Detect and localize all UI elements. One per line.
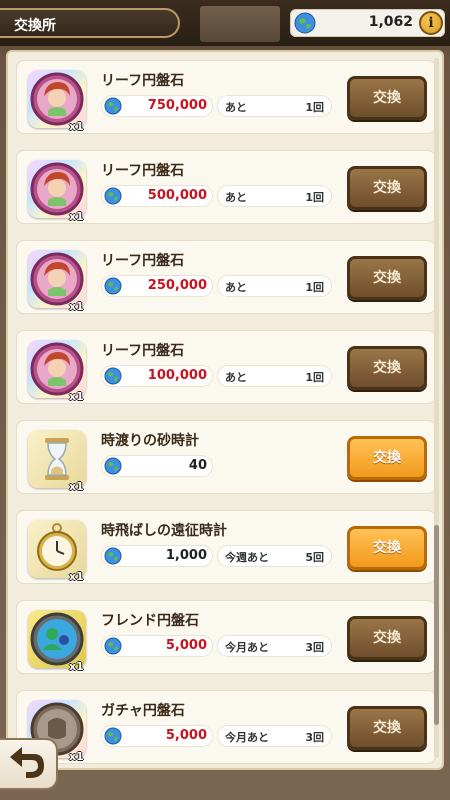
remaining-count: 5回 <box>305 551 324 564</box>
back-arrow-icon <box>10 747 44 778</box>
remaining-count-box: 今月あと 3回 <box>217 725 332 747</box>
cost-box: 5,000 <box>101 725 213 747</box>
remaining-count: 1回 <box>305 281 324 294</box>
scrollbar-thumb[interactable] <box>434 525 439 725</box>
globe-currency-icon <box>294 12 316 34</box>
exchange-item-row: x1 リーフ円盤石 750,000 あと 1回 交換 <box>16 60 436 134</box>
globe-currency-icon <box>104 547 122 565</box>
remaining-label: 今週あと <box>225 551 269 564</box>
remaining-label: あと <box>225 281 247 294</box>
item-name: リーフ円盤石 <box>101 343 185 359</box>
item-cost: 5,000 <box>165 638 207 653</box>
exchange-button[interactable]: 交換 <box>347 706 427 750</box>
exchange-item-row: x1 時飛ばしの遠征時計 1,000 今週あと 5回 交換 <box>16 510 436 584</box>
item-cost: 100,000 <box>147 368 207 383</box>
remaining-label: あと <box>225 101 247 114</box>
item-name: 時飛ばしの遠征時計 <box>101 523 227 539</box>
globe-currency-icon <box>104 457 122 475</box>
page-title: 交換所 <box>14 18 56 34</box>
cost-box: 40 <box>101 455 213 477</box>
remaining-count: 1回 <box>305 191 324 204</box>
top-bar: 交換所 1,062 i <box>0 0 450 46</box>
cost-box: 1,000 <box>101 545 213 567</box>
item-cost: 250,000 <box>147 278 207 293</box>
exchange-button[interactable]: 交換 <box>347 76 427 120</box>
item-cost: 1,000 <box>165 548 207 563</box>
remaining-label: あと <box>225 371 247 384</box>
exchange-item-row: x1 時渡りの砂時計 40 交換 <box>16 420 436 494</box>
title-plate: 交換所 <box>0 8 180 38</box>
item-name: フレンド円盤石 <box>101 613 199 629</box>
remaining-count-box: 今月あと 3回 <box>217 635 332 657</box>
remaining-count: 1回 <box>305 101 324 114</box>
header-banner <box>200 6 280 42</box>
globe-currency-icon <box>104 727 122 745</box>
currency-display: 1,062 i <box>290 9 445 37</box>
item-name: 時渡りの砂時計 <box>101 433 199 449</box>
cost-box: 500,000 <box>101 185 213 207</box>
item-name: リーフ円盤石 <box>101 73 185 89</box>
remaining-label: 今月あと <box>225 641 269 654</box>
item-name: ガチャ円盤石 <box>101 703 185 719</box>
currency-value: 1,062 <box>368 14 413 30</box>
remaining-count-box: 今週あと 5回 <box>217 545 332 567</box>
globe-currency-icon <box>104 367 122 385</box>
exchange-button[interactable]: 交換 <box>347 526 427 570</box>
item-quantity: x1 <box>69 390 84 403</box>
item-cost: 40 <box>188 458 207 473</box>
info-button[interactable]: i <box>419 11 443 35</box>
exchange-button[interactable]: 交換 <box>347 166 427 210</box>
item-cost: 750,000 <box>147 98 207 113</box>
remaining-count-box: あと 1回 <box>217 185 332 207</box>
exchange-item-row: x1 リーフ円盤石 100,000 あと 1回 交換 <box>16 330 436 404</box>
cost-box: 250,000 <box>101 275 213 297</box>
exchange-button[interactable]: 交換 <box>347 256 427 300</box>
remaining-count-box: あと 1回 <box>217 95 332 117</box>
exchange-button[interactable]: 交換 <box>347 346 427 390</box>
item-quantity: x1 <box>69 120 84 133</box>
back-button[interactable] <box>0 738 58 790</box>
globe-currency-icon <box>104 637 122 655</box>
cost-box: 5,000 <box>101 635 213 657</box>
remaining-count: 1回 <box>305 371 324 384</box>
exchange-item-row: x1 フレンド円盤石 5,000 今月あと 3回 交換 <box>16 600 436 674</box>
remaining-count: 3回 <box>305 641 324 654</box>
cost-box: 750,000 <box>101 95 213 117</box>
remaining-count-box: あと 1回 <box>217 365 332 387</box>
item-cost: 5,000 <box>165 728 207 743</box>
exchange-button[interactable]: 交換 <box>347 616 427 660</box>
remaining-label: あと <box>225 191 247 204</box>
cost-box: 100,000 <box>101 365 213 387</box>
exchange-button[interactable]: 交換 <box>347 436 427 480</box>
item-quantity: x1 <box>69 660 84 673</box>
remaining-label: 今月あと <box>225 731 269 744</box>
exchange-item-row: x1 リーフ円盤石 250,000 あと 1回 交換 <box>16 240 436 314</box>
item-quantity: x1 <box>69 570 84 583</box>
item-quantity: x1 <box>69 480 84 493</box>
globe-currency-icon <box>104 187 122 205</box>
item-name: リーフ円盤石 <box>101 163 185 179</box>
exchange-item-row: x1 リーフ円盤石 500,000 あと 1回 交換 <box>16 150 436 224</box>
item-cost: 500,000 <box>147 188 207 203</box>
exchange-item-row: x1 ガチャ円盤石 5,000 今月あと 3回 交換 <box>16 690 436 764</box>
item-quantity: x1 <box>69 750 84 763</box>
globe-currency-icon <box>104 97 122 115</box>
globe-currency-icon <box>104 277 122 295</box>
item-quantity: x1 <box>69 300 84 313</box>
remaining-count: 3回 <box>305 731 324 744</box>
remaining-count-box: あと 1回 <box>217 275 332 297</box>
exchange-list-panel: x1 リーフ円盤石 750,000 あと 1回 交換 x1 リーフ円盤石 500… <box>6 50 444 770</box>
item-name: リーフ円盤石 <box>101 253 185 269</box>
item-quantity: x1 <box>69 210 84 223</box>
